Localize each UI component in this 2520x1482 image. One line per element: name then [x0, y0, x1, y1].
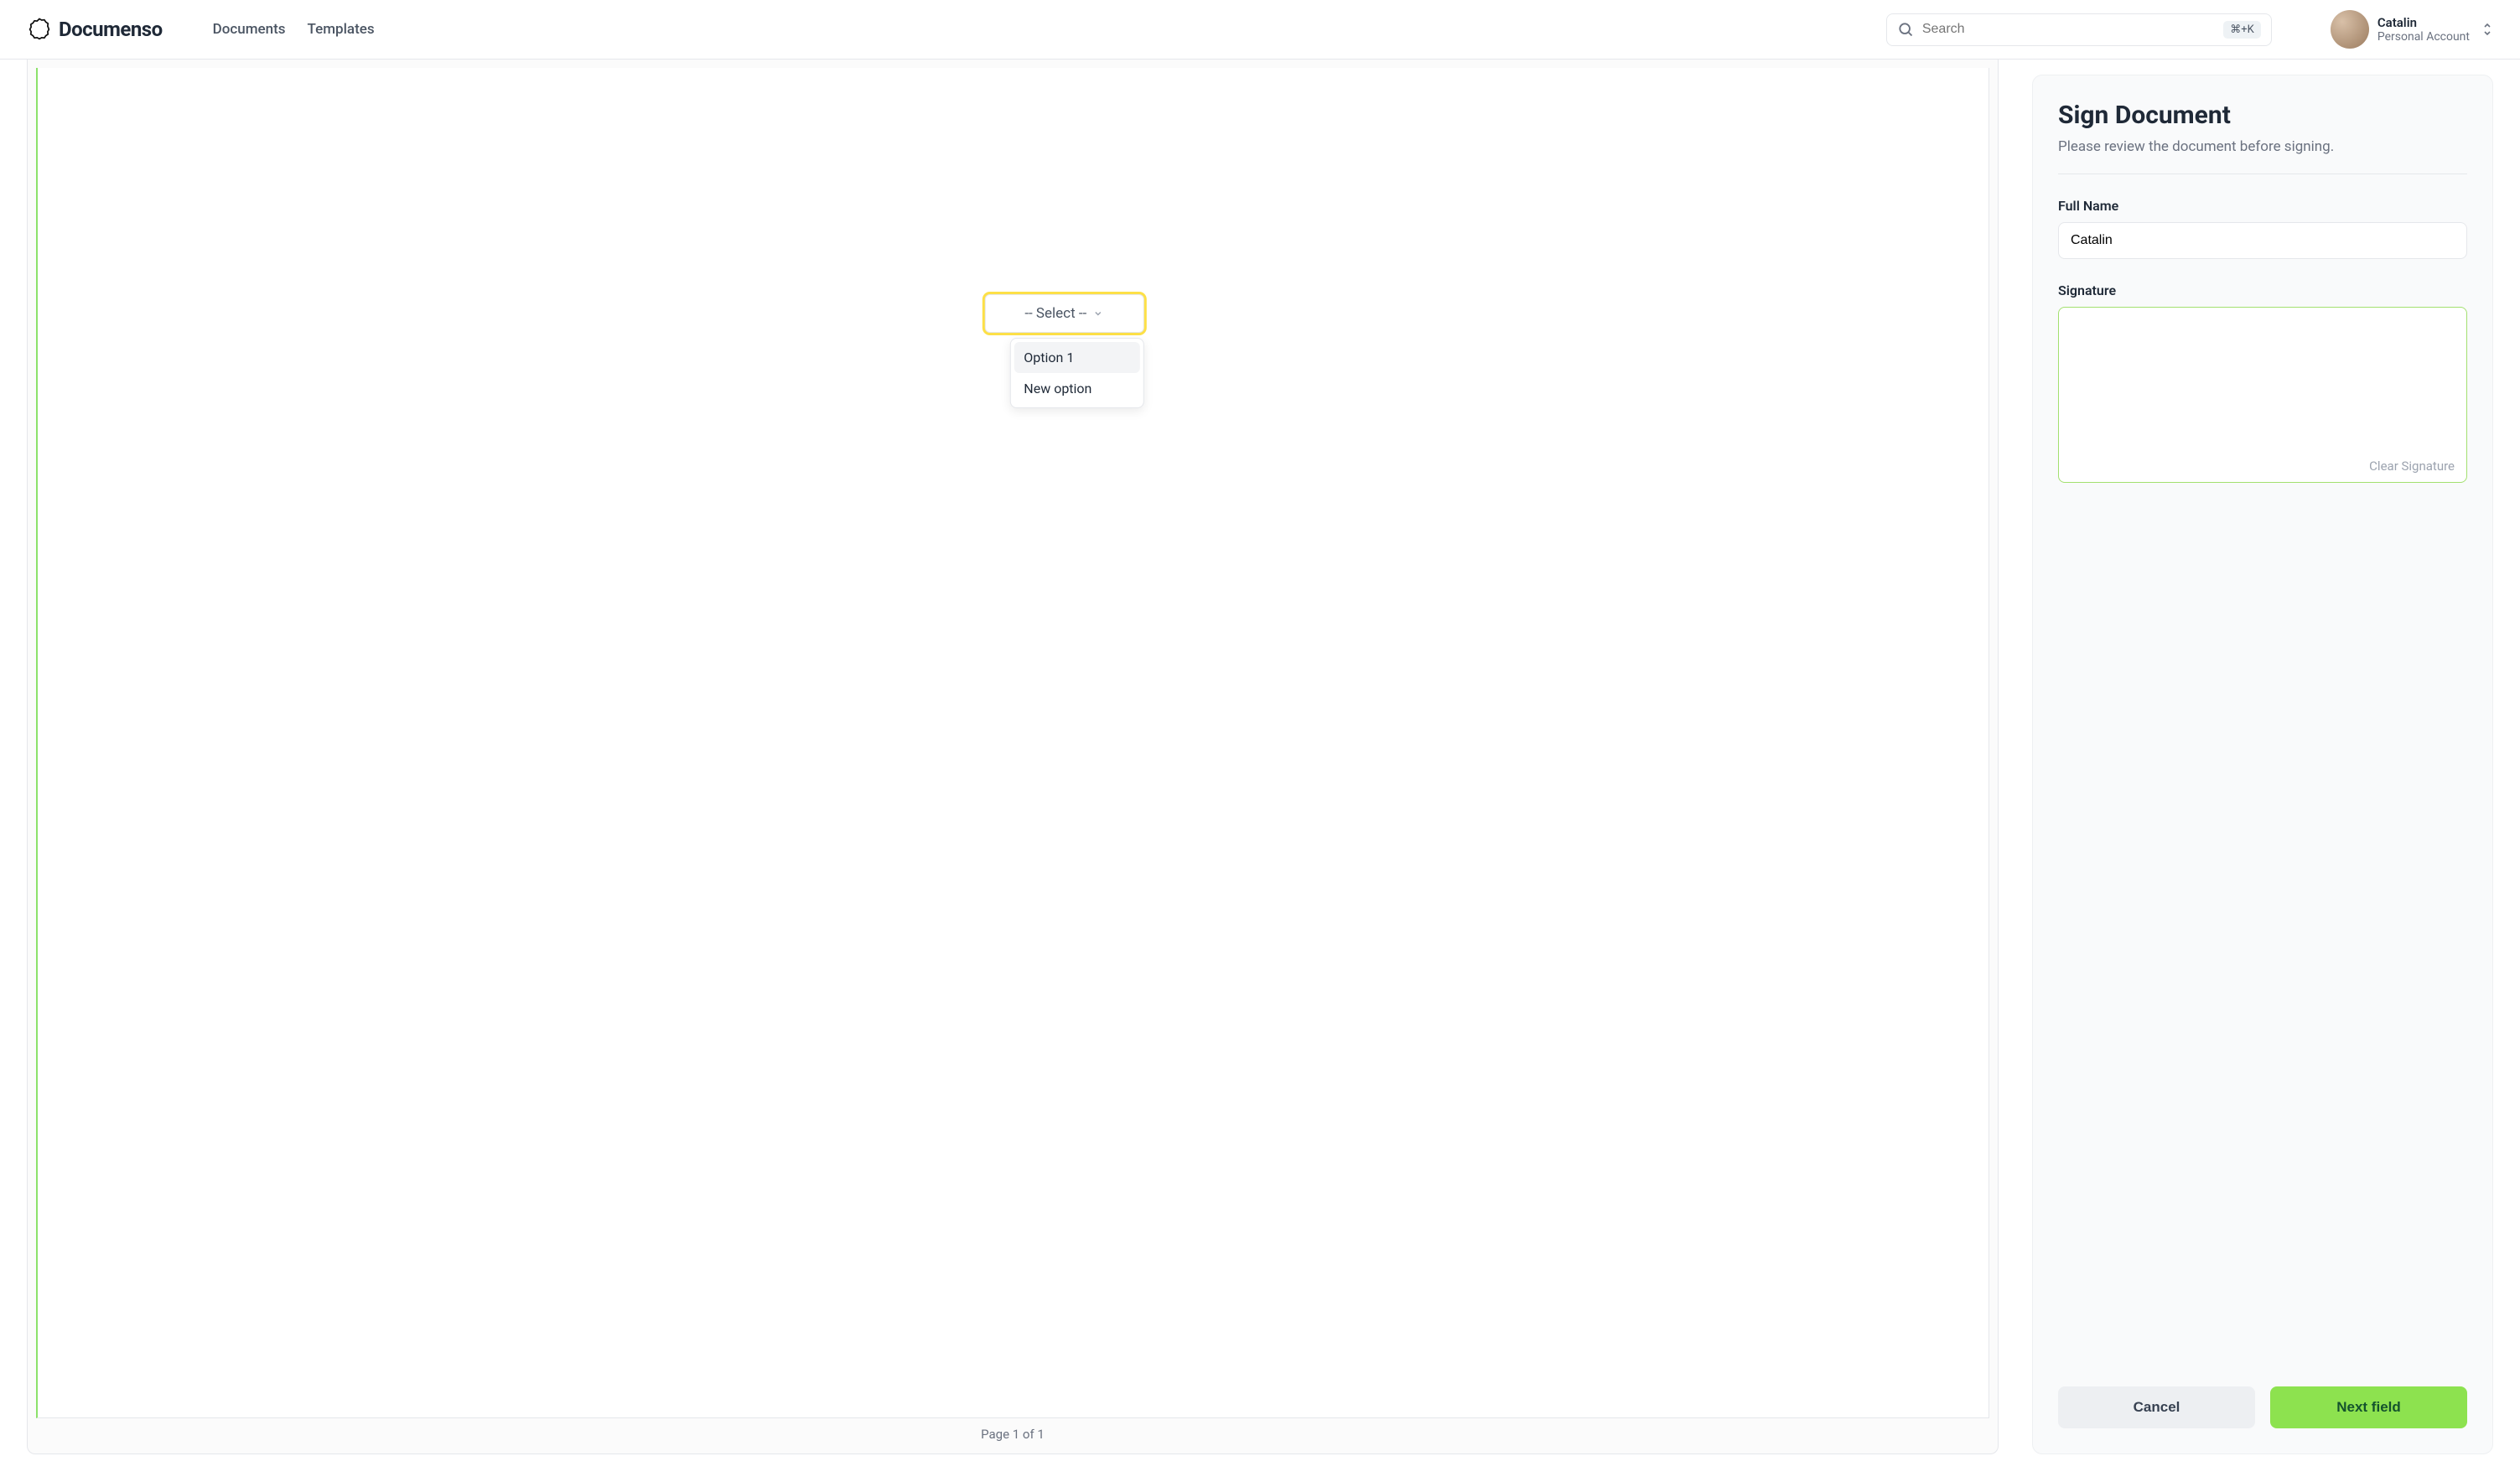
user-account-label: Personal Account — [2377, 30, 2470, 44]
chevron-down-icon — [1093, 308, 1103, 319]
cancel-button[interactable]: Cancel — [2058, 1386, 2255, 1428]
clear-signature-button[interactable]: Clear Signature — [2369, 459, 2455, 474]
dropdown-menu: Option 1 New option — [1009, 338, 1143, 408]
brand-name: Documenso — [59, 18, 163, 41]
full-name-label: Full Name — [2058, 198, 2467, 214]
page-indicator: Page 1 of 1 — [36, 1418, 1989, 1445]
chevron-up-down-icon — [2481, 22, 2493, 37]
signature-label: Signature — [2058, 282, 2467, 298]
dropdown-option[interactable]: Option 1 — [1014, 342, 1139, 373]
panel-subtitle: Please review the document before signin… — [2058, 138, 2467, 174]
full-name-input[interactable] — [2058, 222, 2467, 259]
search-icon — [1897, 21, 1914, 38]
dropdown-trigger[interactable]: -- Select -- — [984, 294, 1143, 333]
panel-title: Sign Document — [2058, 101, 2467, 130]
brand-badge-icon — [27, 17, 52, 42]
document-viewer: -- Select -- Option 1 New option Page 1 … — [27, 60, 1999, 1454]
sign-panel: Sign Document Please review the document… — [2032, 75, 2493, 1454]
dropdown-option[interactable]: New option — [1014, 373, 1139, 404]
document-page[interactable]: -- Select -- Option 1 New option — [36, 68, 1989, 1418]
user-name: Catalin — [2377, 15, 2470, 30]
signature-pad[interactable]: Clear Signature — [2058, 307, 2467, 483]
app-header: Documenso Documents Templates ⌘+K Catali… — [0, 0, 2520, 60]
main-nav: Documents Templates — [213, 21, 375, 38]
brand-logo[interactable]: Documenso — [27, 17, 163, 42]
search-shortcut: ⌘+K — [2223, 21, 2261, 39]
dropdown-field: -- Select -- Option 1 New option — [984, 294, 1143, 408]
next-field-button[interactable]: Next field — [2270, 1386, 2467, 1428]
search-input[interactable] — [1922, 22, 2215, 37]
nav-templates[interactable]: Templates — [308, 21, 375, 38]
nav-documents[interactable]: Documents — [213, 21, 286, 38]
avatar — [2331, 10, 2369, 49]
dropdown-placeholder: -- Select -- — [1024, 305, 1086, 322]
user-menu[interactable]: Catalin Personal Account — [2331, 10, 2493, 49]
search-bar[interactable]: ⌘+K — [1886, 13, 2272, 46]
